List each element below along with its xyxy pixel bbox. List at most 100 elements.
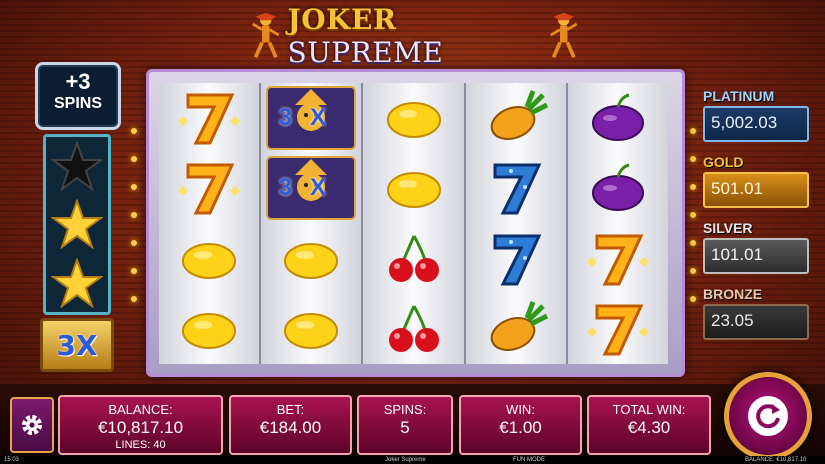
title-supreme: SUPREME <box>287 36 444 69</box>
jackpot-platinum: PLATINUM 5,002.03 <box>703 88 809 142</box>
total-win-value: €4.30 <box>627 418 671 437</box>
jester-left-icon <box>252 12 280 59</box>
total-win-box: TOTAL WIN: €4.30 <box>587 395 711 455</box>
plum-symbol-icon <box>591 93 644 142</box>
bulb-light <box>131 128 137 134</box>
pineapple-symbol-icon <box>490 300 548 351</box>
reel-2: 3X 3X <box>261 83 364 364</box>
jackpot-gold: GOLD 501.01 <box>703 154 809 208</box>
reel-5 <box>567 83 669 364</box>
lemon-symbol-icon <box>182 242 237 279</box>
jackpot-panel: PLATINUM 5,002.03 GOLD 501.01 SILVER 101… <box>703 88 809 352</box>
jackpot-value: 101.01 <box>703 238 809 274</box>
reel-cell <box>159 153 259 223</box>
reel-4 <box>465 83 568 364</box>
reel-frame: 3X 3X <box>146 69 685 377</box>
bulb-light <box>131 240 137 246</box>
reel-cell <box>568 224 668 294</box>
lemon-symbol-icon <box>284 312 339 349</box>
joker-multiplier-label: 3X <box>278 174 344 202</box>
bet-value: €184.00 <box>259 418 322 437</box>
win-label: WIN: <box>506 402 535 417</box>
star-gold-icon <box>51 199 103 250</box>
reel-cell <box>466 294 566 364</box>
seven-symbol-icon <box>178 163 241 215</box>
balance-label: BALANCE: <box>108 402 173 417</box>
bulb-light <box>690 128 696 134</box>
plum-symbol-icon <box>591 163 644 212</box>
total-win-label: TOTAL WIN: <box>612 402 686 417</box>
reel-cell <box>466 83 566 153</box>
reel-3 <box>363 83 466 364</box>
star-dark-icon <box>51 141 103 192</box>
balance-value: €10,817.10 <box>97 418 184 437</box>
footer-time: 15:03 <box>4 457 20 463</box>
reel-cell: 3X <box>261 153 361 223</box>
bulb-light <box>690 240 696 246</box>
footer-mode: FUN MODE <box>513 457 545 463</box>
jackpot-label: BRONZE <box>703 286 763 302</box>
jackpot-label: PLATINUM <box>703 88 775 104</box>
bulb-light <box>131 212 137 218</box>
reels-grid: 3X 3X <box>159 83 669 364</box>
cherry-symbol-icon <box>388 234 439 282</box>
reel-cell <box>159 294 259 364</box>
lemon-symbol-icon <box>386 172 441 209</box>
seven-blue-symbol-icon <box>493 234 542 286</box>
reel-cell <box>363 224 463 294</box>
win-box: WIN: €1.00 <box>459 395 582 455</box>
bulb-light <box>131 184 137 190</box>
reel-cell <box>363 294 463 364</box>
pineapple-symbol-icon <box>490 90 548 141</box>
reel-cell <box>568 294 668 364</box>
spins-value: 5 <box>400 418 410 437</box>
seven-symbol-icon <box>586 234 649 286</box>
jester-right-icon <box>550 12 578 59</box>
reel-cell <box>363 83 463 153</box>
reel-cell <box>568 83 668 153</box>
reel-cell <box>568 153 668 223</box>
settings-button[interactable] <box>10 397 54 453</box>
seven-symbol-icon <box>586 304 649 356</box>
reel-cell: 3X <box>261 83 361 153</box>
bulb-light <box>131 296 137 302</box>
lemon-symbol-icon <box>386 102 441 139</box>
lemon-symbol-icon <box>284 242 339 279</box>
bet-label: BET: <box>276 402 305 417</box>
bulb-light <box>690 268 696 274</box>
reel-cell <box>261 294 361 364</box>
star-progress-panel <box>43 134 111 315</box>
lemon-symbol-icon <box>182 312 237 349</box>
bet-box[interactable]: BET: €184.00 <box>229 395 352 455</box>
lines-value: LINES: 40 <box>115 439 166 451</box>
bulb-light <box>131 268 137 274</box>
reel-1 <box>159 83 262 364</box>
multiplier-badge: 3X <box>40 318 114 372</box>
jackpot-label: SILVER <box>703 220 753 236</box>
status-footer: 15:03 Joker Supreme FUN MODE BALANCE: €1… <box>0 456 825 464</box>
jackpot-label: GOLD <box>703 154 744 170</box>
joker-multiplier-label: 3X <box>278 104 344 132</box>
jackpot-bronze: BRONZE 23.05 <box>703 286 809 340</box>
jackpot-value: 23.05 <box>703 304 809 340</box>
right-bulbs <box>690 128 696 302</box>
jackpot-value: 5,002.03 <box>703 106 809 142</box>
jackpot-silver: SILVER 101.01 <box>703 220 809 274</box>
multiplier-value: 3X <box>56 328 98 362</box>
game-title: JOKER SUPREME <box>250 3 580 69</box>
reel-cell <box>363 153 463 223</box>
bulb-light <box>690 156 696 162</box>
spins-label: SPINS: <box>383 402 427 417</box>
bulb-light <box>690 296 696 302</box>
reel-cell <box>159 83 259 153</box>
bulb-light <box>131 156 137 162</box>
title-joker: JOKER <box>287 3 397 36</box>
jackpot-value: 501.01 <box>703 172 809 208</box>
seven-symbol-icon <box>178 93 241 145</box>
left-bulbs <box>131 128 137 302</box>
reel-cell <box>466 224 566 294</box>
spin-button[interactable] <box>724 372 812 460</box>
cherry-symbol-icon <box>388 305 439 352</box>
bulb-light <box>690 212 696 218</box>
balance-box: BALANCE: €10,817.10 LINES: 40 <box>58 395 223 455</box>
